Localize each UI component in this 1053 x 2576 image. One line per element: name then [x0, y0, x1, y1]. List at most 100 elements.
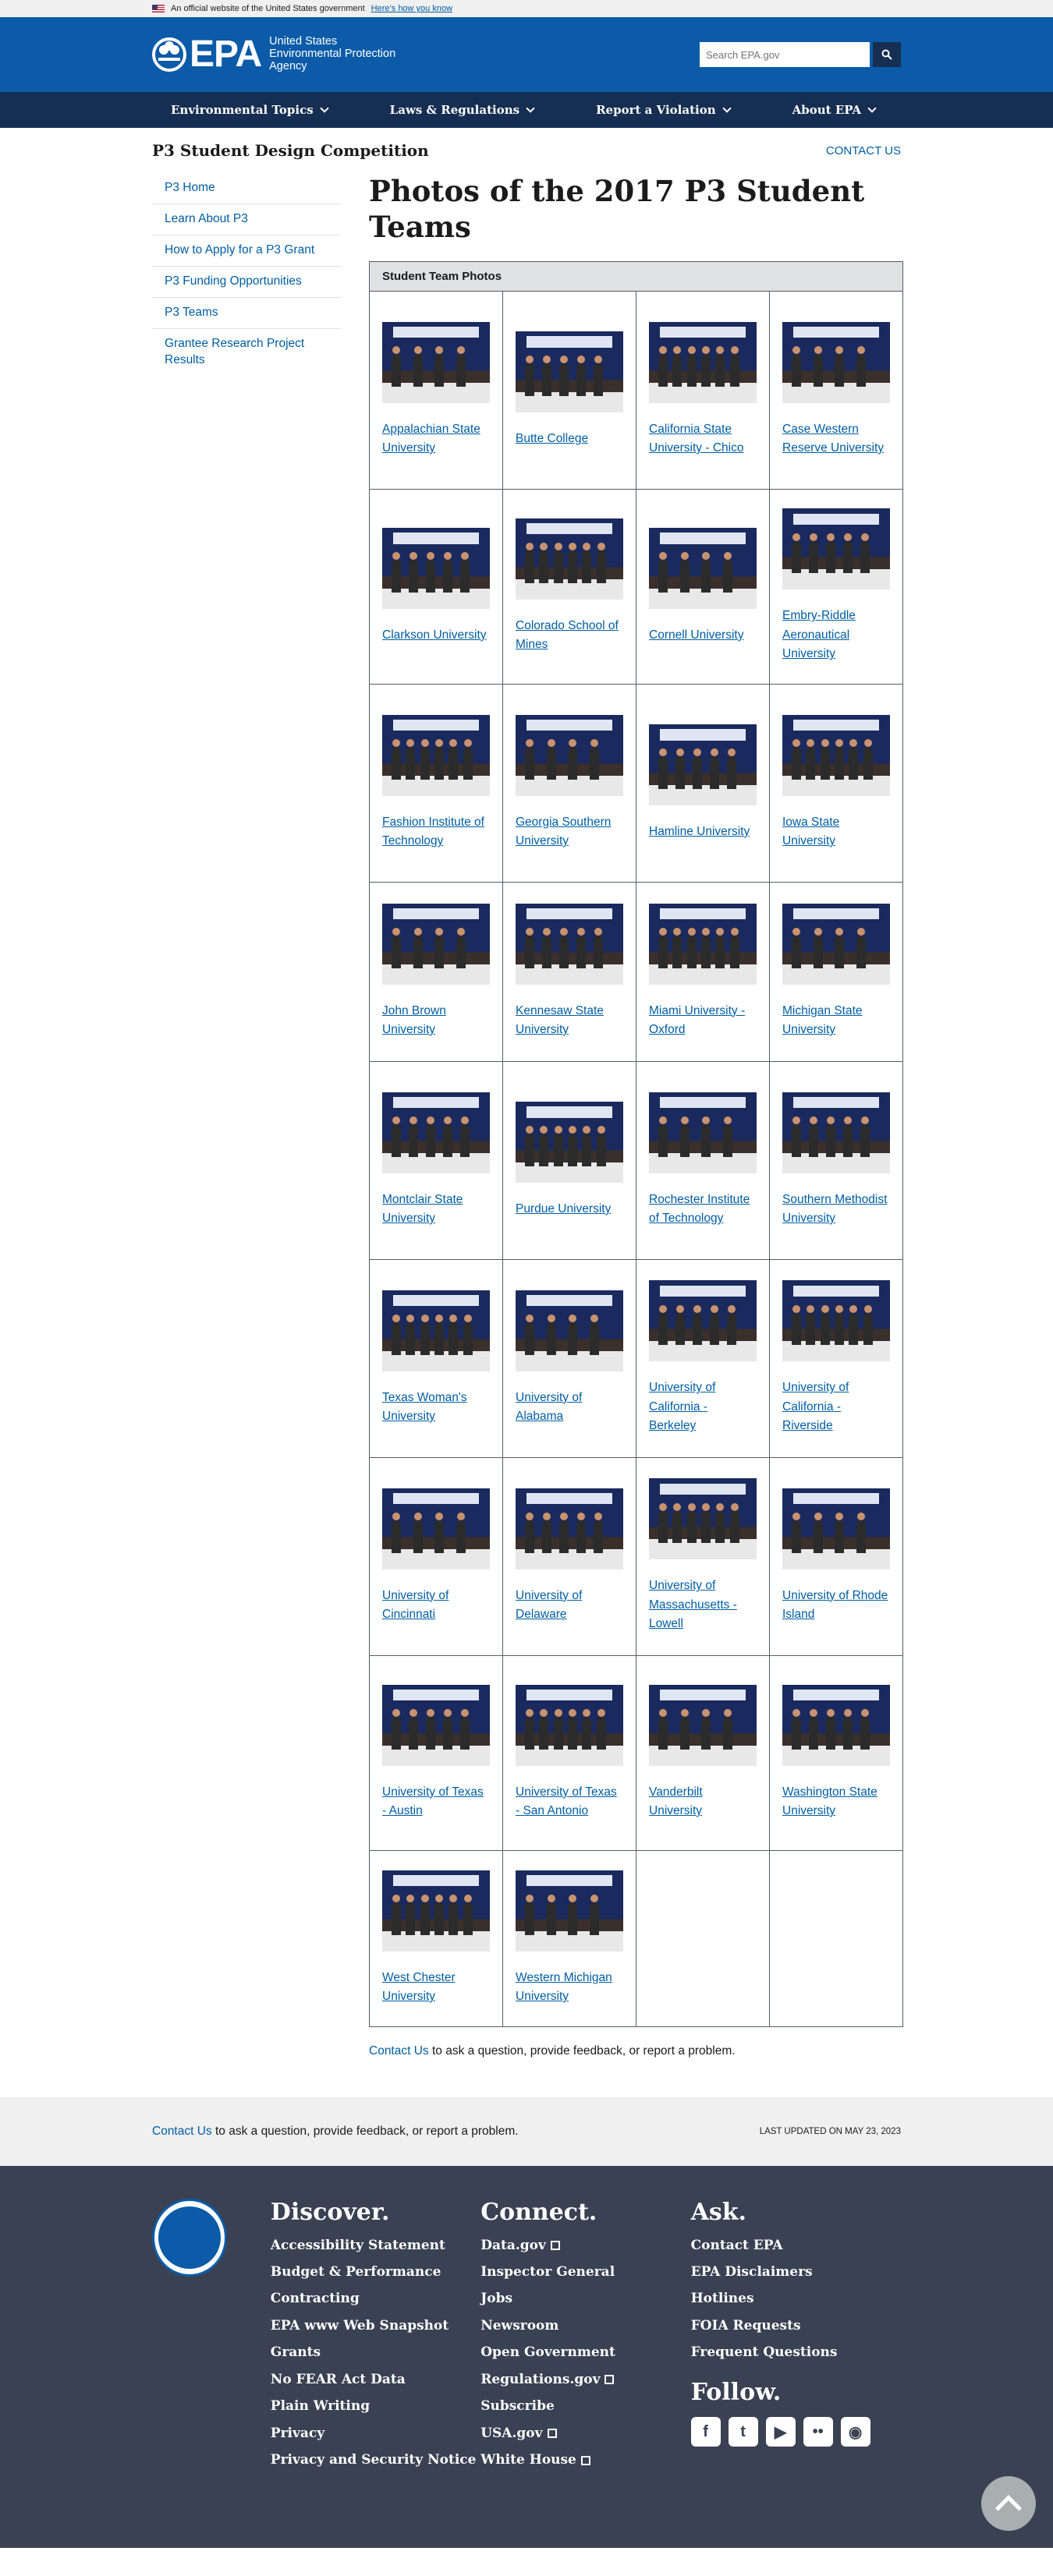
- team-link[interactable]: University of California - Riverside: [782, 1378, 890, 1435]
- team-photo[interactable]: [782, 508, 890, 590]
- sidenav-grantee-research[interactable]: Grantee Research Project Results: [152, 327, 341, 376]
- team-photo[interactable]: [782, 1092, 890, 1173]
- team-photo[interactable]: [382, 1488, 490, 1569]
- team-photo[interactable]: [516, 1290, 623, 1371]
- team-photo[interactable]: [649, 321, 757, 403]
- footer-link[interactable]: Newsroom: [480, 2317, 690, 2335]
- facebook-icon[interactable]: f: [690, 2417, 721, 2447]
- team-photo[interactable]: [782, 1280, 890, 1362]
- team-link[interactable]: Western Michigan University: [516, 1969, 623, 2007]
- nav-environmental-topics[interactable]: Environmental Topics: [171, 103, 329, 117]
- team-link[interactable]: Embry-Riddle Aeronautical University: [782, 607, 890, 663]
- sidenav-p3-home[interactable]: P3 Home: [152, 173, 341, 203]
- footer-link[interactable]: USA.gov: [480, 2425, 690, 2443]
- footer-link[interactable]: Contact EPA: [691, 2237, 901, 2255]
- nav-laws-regulations[interactable]: Laws & Regulations: [390, 103, 535, 117]
- footer-link[interactable]: Contracting: [271, 2290, 480, 2308]
- team-photo[interactable]: [649, 724, 757, 805]
- team-photo[interactable]: [649, 1092, 757, 1173]
- team-link[interactable]: Southern Methodist University: [782, 1191, 890, 1229]
- team-photo[interactable]: [649, 527, 757, 609]
- team-link[interactable]: Georgia Southern University: [516, 813, 623, 851]
- contact-us-link[interactable]: Contact Us: [152, 2125, 212, 2138]
- microsite-title[interactable]: P3 Student Design Competition: [152, 141, 429, 160]
- team-photo[interactable]: [782, 1488, 890, 1569]
- twitter-icon[interactable]: t: [728, 2417, 758, 2447]
- team-link[interactable]: University of Cincinnati: [382, 1587, 490, 1625]
- team-link[interactable]: Purdue University: [516, 1200, 611, 1219]
- team-photo[interactable]: [382, 1870, 490, 1951]
- youtube-icon[interactable]: ▶: [765, 2417, 796, 2447]
- team-link[interactable]: University of Texas - San Antonio: [516, 1783, 623, 1821]
- contact-us-link[interactable]: CONTACT US: [826, 144, 901, 157]
- team-photo[interactable]: [782, 1684, 890, 1766]
- team-photo[interactable]: [649, 1280, 757, 1362]
- team-photo[interactable]: [516, 1684, 623, 1766]
- team-photo[interactable]: [382, 321, 490, 403]
- team-photo[interactable]: [382, 903, 490, 985]
- team-link[interactable]: Rochester Institute of Technology: [649, 1191, 757, 1229]
- footer-link[interactable]: Privacy and Security Notice: [271, 2451, 480, 2469]
- team-link[interactable]: University of Delaware: [516, 1587, 623, 1625]
- team-photo[interactable]: [782, 714, 890, 796]
- team-photo[interactable]: [516, 331, 623, 412]
- footer-link[interactable]: Budget & Performance: [271, 2263, 480, 2281]
- sidenav-funding-opportunities[interactable]: P3 Funding Opportunities: [152, 265, 341, 297]
- team-photo[interactable]: [516, 903, 623, 985]
- instagram-icon[interactable]: ◉: [840, 2417, 870, 2447]
- team-link[interactable]: John Brown University: [382, 1002, 490, 1040]
- heres-how-you-know-link[interactable]: Here’s how you know: [371, 4, 452, 13]
- team-photo[interactable]: [782, 903, 890, 985]
- team-photo[interactable]: [516, 714, 623, 796]
- footer-link[interactable]: FOIA Requests: [691, 2317, 901, 2335]
- team-link[interactable]: Cornell University: [649, 626, 743, 645]
- team-link[interactable]: Colorado School of Mines: [516, 617, 623, 655]
- footer-link[interactable]: Open Government: [480, 2344, 690, 2362]
- team-photo[interactable]: [382, 1092, 490, 1173]
- epa-logo[interactable]: EPA United States Environmental Protecti…: [152, 35, 395, 73]
- team-link[interactable]: Michigan State University: [782, 1002, 890, 1040]
- team-link[interactable]: Washington State University: [782, 1783, 890, 1821]
- footer-link[interactable]: Data.gov: [480, 2237, 690, 2255]
- footer-link[interactable]: Inspector General: [480, 2263, 690, 2281]
- team-photo[interactable]: [516, 1488, 623, 1569]
- team-photo[interactable]: [382, 1684, 490, 1766]
- footer-link[interactable]: White House: [480, 2451, 690, 2469]
- footer-link[interactable]: Jobs: [480, 2290, 690, 2308]
- footer-link[interactable]: Subscribe: [480, 2397, 690, 2415]
- team-link[interactable]: Kennesaw State University: [516, 1002, 623, 1040]
- team-link[interactable]: Fashion Institute of Technology: [382, 813, 490, 851]
- contact-us-link[interactable]: Contact Us: [369, 2044, 429, 2058]
- footer-link[interactable]: Hotlines: [691, 2290, 901, 2308]
- team-link[interactable]: Clarkson University: [382, 626, 487, 645]
- footer-link[interactable]: Privacy: [271, 2425, 480, 2443]
- team-link[interactable]: West Chester University: [382, 1969, 490, 2007]
- footer-link[interactable]: Plain Writing: [271, 2397, 480, 2415]
- footer-link[interactable]: Regulations.gov: [480, 2371, 690, 2389]
- team-photo[interactable]: [649, 903, 757, 985]
- team-link[interactable]: Texas Woman's University: [382, 1389, 490, 1427]
- footer-link[interactable]: Frequent Questions: [691, 2344, 901, 2362]
- team-photo[interactable]: [649, 1684, 757, 1766]
- back-to-top-button[interactable]: [981, 2475, 1036, 2531]
- team-link[interactable]: Iowa State University: [782, 813, 890, 851]
- team-link[interactable]: University of California - Berkeley: [649, 1378, 757, 1435]
- nav-report-violation[interactable]: Report a Violation: [596, 103, 732, 117]
- team-photo[interactable]: [516, 518, 623, 600]
- footer-link[interactable]: EPA Disclaimers: [691, 2263, 901, 2281]
- sidenav-learn-about-p3[interactable]: Learn About P3: [152, 203, 341, 235]
- flickr-icon[interactable]: ••: [803, 2417, 833, 2447]
- team-link[interactable]: Hamline University: [649, 823, 750, 841]
- team-link[interactable]: Miami University - Oxford: [649, 1002, 757, 1040]
- team-photo[interactable]: [382, 1290, 490, 1371]
- sidenav-how-to-apply[interactable]: How to Apply for a P3 Grant: [152, 234, 341, 266]
- team-photo[interactable]: [516, 1870, 623, 1951]
- footer-link[interactable]: Grants: [271, 2344, 480, 2362]
- team-link[interactable]: California State University - Chico: [649, 420, 757, 458]
- team-photo[interactable]: [516, 1101, 623, 1183]
- team-link[interactable]: Appalachian State University: [382, 420, 490, 458]
- search-button[interactable]: [873, 42, 901, 67]
- search-input[interactable]: [700, 42, 870, 67]
- team-link[interactable]: University of Alabama: [516, 1389, 623, 1427]
- team-link[interactable]: University of Rhode Island: [782, 1587, 890, 1625]
